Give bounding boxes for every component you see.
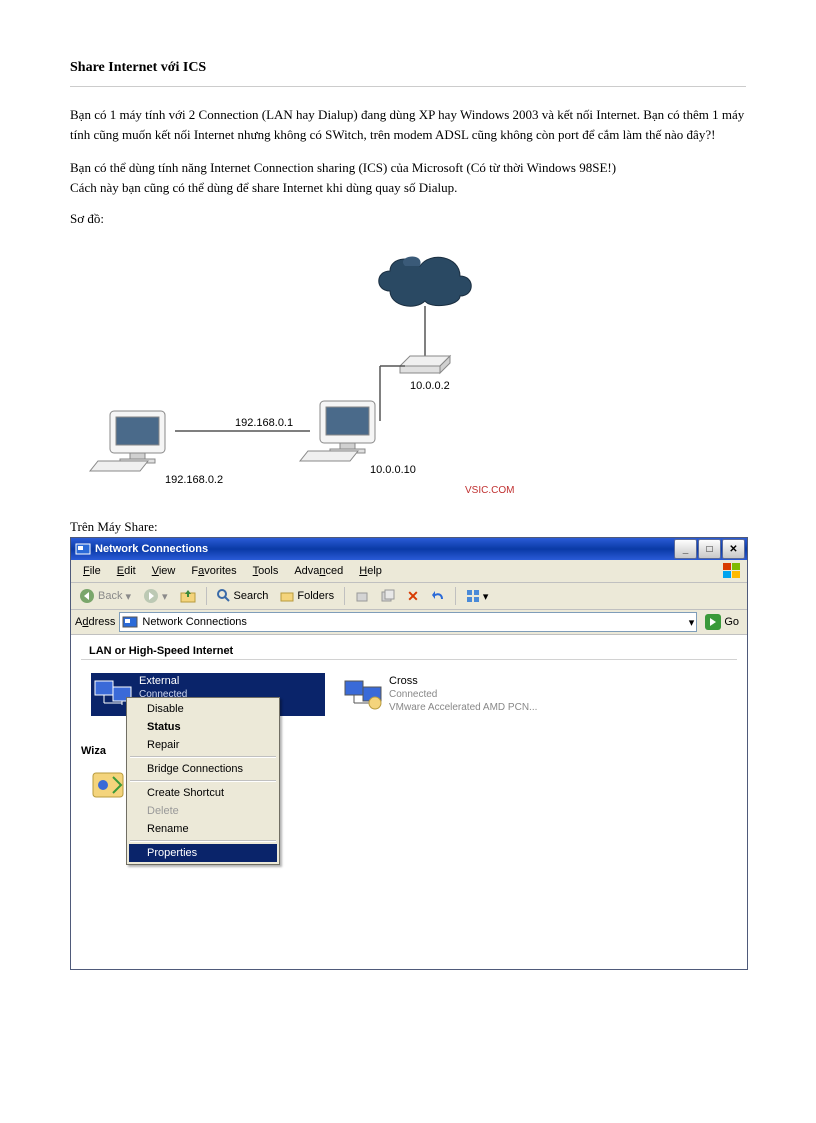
toolbar: Back ▾ ▾ Search Folders ✕ ▾ (71, 583, 747, 610)
ctx-repair[interactable]: Repair (129, 736, 277, 754)
address-input[interactable]: Network Connections ▾ (119, 612, 697, 632)
share-machine-label: Trên Máy Share: (70, 519, 746, 535)
copy-to-button[interactable] (377, 587, 399, 605)
window-title: Network Connections (95, 543, 208, 555)
undo-icon (431, 589, 445, 603)
undo-button[interactable] (427, 587, 449, 605)
menu-tools[interactable]: Tools (245, 563, 287, 579)
address-value: Network Connections (142, 616, 247, 628)
close-button[interactable]: ✕ (722, 539, 745, 559)
network-adapter-icon (343, 675, 383, 713)
ctx-rename[interactable]: Rename (129, 820, 277, 838)
network-diagram: 10.0.0.2 10.0.0.10 192.168.0.1 (70, 231, 550, 511)
ctx-separator (130, 840, 276, 842)
move-to-button[interactable] (351, 587, 373, 605)
watermark: VSIC.COM (465, 485, 514, 496)
divider (70, 86, 746, 87)
search-button[interactable]: Search (213, 587, 273, 605)
search-icon (217, 589, 231, 603)
menu-help[interactable]: Help (351, 563, 390, 579)
content-area: LAN or High-Speed Internet External Conn… (71, 635, 747, 969)
network-connections-icon (122, 614, 138, 630)
conn-external-name: External (139, 675, 187, 688)
minimize-button[interactable]: _ (674, 539, 697, 559)
delete-button[interactable]: ✕ (403, 586, 423, 607)
delete-icon: ✕ (407, 588, 419, 605)
ctx-separator (130, 756, 276, 758)
dropdown-icon[interactable]: ▾ (689, 616, 695, 629)
group-lan: LAN or High-Speed Internet (81, 641, 737, 660)
forward-button[interactable]: ▾ (139, 586, 172, 606)
para2-line1: Bạn có thể dùng tính năng Internet Conne… (70, 160, 616, 175)
back-button[interactable]: Back ▾ (75, 586, 135, 606)
ctx-separator (130, 780, 276, 782)
conn-cross-device: VMware Accelerated AMD PCN... (389, 701, 537, 714)
folder-up-icon (180, 588, 196, 604)
back-icon (79, 588, 95, 604)
menu-edit[interactable]: Edit (109, 563, 144, 579)
connection-cross[interactable]: Cross Connected VMware Accelerated AMD P… (341, 673, 575, 716)
go-button[interactable]: Go (701, 612, 743, 632)
pc-share-lan-ip: 192.168.0.1 (235, 417, 293, 429)
wizard-group-label: Wiza (81, 745, 106, 757)
titlebar[interactable]: Network Connections _ □ ✕ (71, 538, 747, 560)
go-icon (705, 614, 721, 630)
paragraph-1: Bạn có 1 máy tính với 2 Connection (LAN … (70, 105, 746, 144)
menu-file[interactable]: File (75, 563, 109, 579)
copy-to-icon (381, 589, 395, 603)
ctx-status[interactable]: Status (129, 718, 277, 736)
ctx-bridge[interactable]: Bridge Connections (129, 760, 277, 778)
menu-advanced[interactable]: Advanced (286, 563, 351, 579)
ctx-disable[interactable]: Disable (129, 700, 277, 718)
menu-view[interactable]: View (144, 563, 184, 579)
up-button[interactable] (176, 586, 200, 606)
pc-client-ip: 192.168.0.2 (165, 474, 223, 486)
maximize-button[interactable]: □ (698, 539, 721, 559)
conn-cross-name: Cross (389, 675, 537, 688)
context-menu: Disable Status Repair Bridge Connections… (126, 697, 280, 865)
para2-line2: Cách này bạn cũng có thể dùng để share I… (70, 180, 457, 195)
window-icon (75, 541, 91, 557)
folders-icon (280, 589, 294, 603)
move-to-icon (355, 589, 369, 603)
menu-favorites[interactable]: Favorites (183, 563, 244, 579)
network-connections-window: Network Connections _ □ ✕ File Edit View… (70, 537, 748, 970)
conn-cross-status: Connected (389, 688, 537, 701)
pc-share-wan-ip: 10.0.0.10 (370, 464, 416, 476)
modem-icon (400, 356, 450, 373)
windows-logo-icon (723, 563, 743, 579)
address-label: Address (75, 616, 115, 628)
views-icon (466, 589, 480, 603)
modem-ip: 10.0.0.2 (410, 380, 450, 392)
folders-button[interactable]: Folders (276, 587, 338, 605)
paragraph-2: Bạn có thể dùng tính năng Internet Conne… (70, 158, 746, 197)
addressbar: Address Network Connections ▾ Go (71, 610, 747, 635)
pc-client-icon (90, 411, 165, 471)
ctx-properties[interactable]: Properties (129, 844, 277, 862)
cloud-icon (379, 257, 472, 307)
menubar: File Edit View Favorites Tools Advanced … (71, 560, 747, 583)
ctx-shortcut[interactable]: Create Shortcut (129, 784, 277, 802)
ctx-delete: Delete (129, 802, 277, 820)
views-button[interactable]: ▾ (462, 587, 493, 605)
page-title: Share Internet với ICS (70, 60, 746, 76)
schema-label: Sơ đồ: (70, 211, 746, 227)
wizard-icon[interactable] (91, 767, 127, 803)
forward-icon (143, 588, 159, 604)
pc-share-icon (300, 401, 375, 461)
